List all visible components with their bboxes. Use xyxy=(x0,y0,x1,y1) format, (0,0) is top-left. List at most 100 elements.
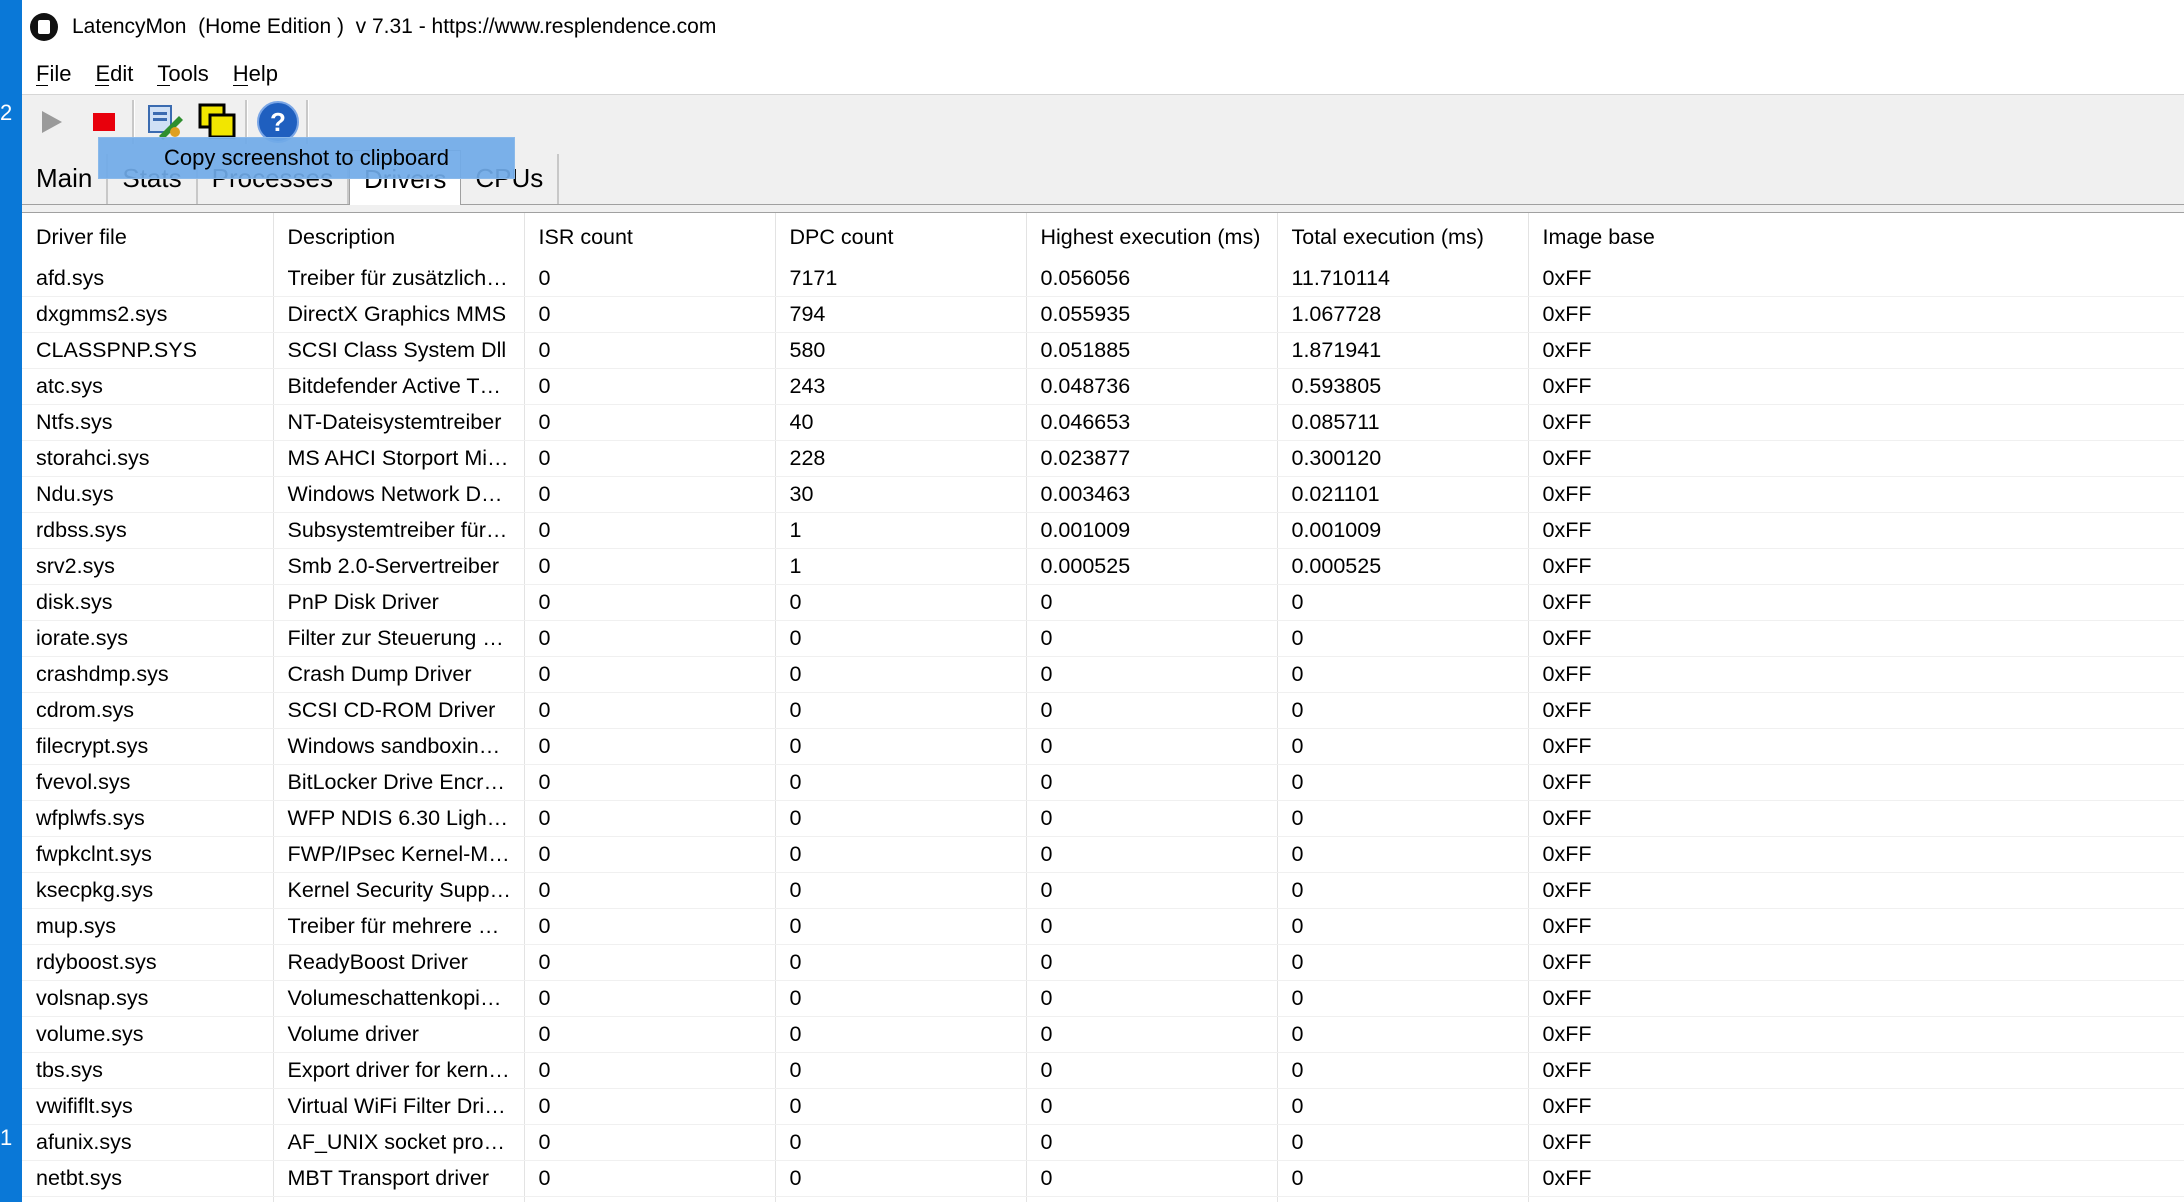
cell-image-base: 0xFF xyxy=(1528,908,2184,945)
table-row[interactable]: CLASSPNP.SYS SCSI Class System Dll 0 580 0.0… xyxy=(22,332,2184,369)
cell-highest-execution: 0 xyxy=(1026,764,1278,801)
cell-highest-execution: 0 xyxy=(1026,872,1278,909)
column-header-total-execution[interactable]: Total execution (ms) xyxy=(1277,213,1529,261)
menu-edit[interactable]: Edit xyxy=(85,61,143,87)
cell-dpc-count: 0 xyxy=(775,1052,1027,1089)
cell-description: SCSI CD-ROM Driver xyxy=(273,692,525,729)
title-bar[interactable]: LatencyMon (Home Edition ) v 7.31 - http… xyxy=(22,0,2184,54)
cell-dpc-count: 0 xyxy=(775,800,1027,837)
menu-tools[interactable]: Tools xyxy=(147,61,218,87)
cell-dpc-count: 0 xyxy=(775,980,1027,1017)
cell-isr-count: 0 xyxy=(524,908,776,945)
cell-isr-count: 0 xyxy=(524,1052,776,1089)
tab-main[interactable]: Main xyxy=(22,154,109,204)
cell-driver-file: volsnap.sys xyxy=(22,980,274,1017)
table-row[interactable]: filecrypt.sysWindows sandboxing and encr… xyxy=(22,728,2184,765)
cell-image-base: 0xFF xyxy=(1528,548,2184,585)
cell-image-base: 0xFF xyxy=(1528,261,2184,297)
table-row[interactable]: vwififlt.sys Virtual WiFi Filter Driver 0 0… xyxy=(22,1088,2184,1125)
cell-driver-file: atc.sys xyxy=(22,368,274,405)
cell-image-base: 0xFF xyxy=(1528,1160,2184,1197)
table-row[interactable]: crashdmp.sys Crash Dump Driver 0 0 0 0 0xFF xyxy=(22,656,2184,693)
cell-description: Volumeschattenkopie-Treiber xyxy=(273,980,525,1017)
cell-total-execution: 0 xyxy=(1277,872,1529,909)
cell-driver-file: vwififlt.sys xyxy=(22,1088,274,1125)
play-icon xyxy=(42,111,62,133)
table-row[interactable]: tbs.sysExport driver for kernel mode TPM… xyxy=(22,1052,2184,1089)
background-window-fragment: 2 xyxy=(0,100,13,125)
table-row[interactable]: cdrom.sys SCSI CD-ROM Driver 0 0 0 0 0xFF xyxy=(22,692,2184,729)
cell-image-base: 0xFF xyxy=(1528,692,2184,729)
cell-dpc-count: 580 xyxy=(775,332,1027,369)
cell-total-execution: 0 xyxy=(1277,1052,1529,1089)
column-header-driver-file[interactable]: Driver file xyxy=(22,213,274,261)
cell-dpc-count: 0 xyxy=(775,1088,1027,1125)
column-header-description[interactable]: Description xyxy=(273,213,525,261)
cell-total-execution: 0 xyxy=(1277,836,1529,873)
cell-description: NT-Dateisystemtreiber xyxy=(273,404,525,441)
cell-image-base: 0xFF xyxy=(1528,368,2184,405)
table-row[interactable]: storahci.sysMS AHCI Storport Miniport Dr… xyxy=(22,440,2184,477)
table-row[interactable]: wfplwfs.sysWFP NDIS 6.30 Lightweight Fil… xyxy=(22,800,2184,837)
table-row[interactable]: mup.sysTreiber für mehrere UNC-Anbieter0… xyxy=(22,908,2184,945)
table-row[interactable]: volsnap.sysVolumeschattenkopie-Treiber 0 0… xyxy=(22,980,2184,1017)
cell-total-execution: 0 xyxy=(1277,800,1529,837)
menu-help[interactable]: Help xyxy=(223,61,288,87)
menu-file[interactable]: File xyxy=(26,61,81,87)
cell-total-execution: 1.871941 xyxy=(1277,332,1529,369)
cell-image-base: 0xFF xyxy=(1528,1124,2184,1161)
cell-dpc-count: 243 xyxy=(775,368,1027,405)
copy-screenshot-icon xyxy=(198,103,236,139)
table-row[interactable]: rdyboost.sys ReadyBoost Driver 0 0 0 0 0xFF xyxy=(22,944,2184,981)
cell-description: Bitdefender Active Threat Control xyxy=(273,368,525,405)
table-row[interactable]: TDI.SYSTDI Wrapper00000xFF xyxy=(22,1196,2184,1202)
cell-total-execution: 0 xyxy=(1277,1124,1529,1161)
column-header-isr-count[interactable]: ISR count xyxy=(524,213,776,261)
start-button[interactable] xyxy=(30,100,74,144)
cell-description: Virtual WiFi Filter Driver xyxy=(273,1088,525,1125)
table-row[interactable]: netbt.sys MBT Transport driver 0 0 0 0 0xFF xyxy=(22,1160,2184,1197)
cell-total-execution: 0 xyxy=(1277,656,1529,693)
table-row[interactable]: Ntfs.sys NT-Dateisystemtreiber 0 40 0.046653… xyxy=(22,404,2184,441)
cell-image-base: 0xFF xyxy=(1528,512,2184,549)
cell-isr-count: 0 xyxy=(524,764,776,801)
table-row[interactable]: Ndu.sysWindows Network Data Usage Monito… xyxy=(22,476,2184,513)
table-row[interactable]: volume.sys Volume driver 0 0 0 0 0xFF xyxy=(22,1016,2184,1053)
table-row[interactable]: srv2.sys Smb 2.0-Servertreiber 0 1 0.000525 0… xyxy=(22,548,2184,585)
cell-image-base: 0xFF xyxy=(1528,1052,2184,1089)
background-window-fragment: 1 xyxy=(0,1125,13,1150)
table-row[interactable]: afunix.sys AF_UNIX socket provider 0 0 0 0 0xF… xyxy=(22,1124,2184,1161)
table-row[interactable]: ksecpkg.sysKernel Security Support Provi… xyxy=(22,872,2184,909)
cell-total-execution: 11.710114 xyxy=(1277,261,1529,297)
cell-highest-execution: 0.001009 xyxy=(1026,512,1278,549)
cell-driver-file: wfplwfs.sys xyxy=(22,800,274,837)
table-row[interactable]: fvevol.sysBitLocker Drive Encryption Dri… xyxy=(22,764,2184,801)
table-row[interactable]: rdbss.sysSubsystemtreiber für Pufferung 0… xyxy=(22,512,2184,549)
cell-driver-file: rdbss.sys xyxy=(22,512,274,549)
cell-description: AF_UNIX socket provider xyxy=(273,1124,525,1161)
table-row[interactable]: disk.sys PnP Disk Driver 0 0 0 0 0xFF xyxy=(22,584,2184,621)
column-header-dpc-count[interactable]: DPC count xyxy=(775,213,1027,261)
drivers-table-container[interactable]: Driver file Description ISR count DPC co… xyxy=(22,212,2184,1202)
table-row[interactable]: fwpkclnt.sysFWP/IPsec Kernel-Mode API000… xyxy=(22,836,2184,873)
drivers-table: Driver file Description ISR count DPC co… xyxy=(22,213,2184,1202)
table-row[interactable]: atc.sysBitdefender Active Threat Control… xyxy=(22,368,2184,405)
table-row[interactable]: dxgmms2.sys DirectX Graphics MMS 0 794 0.055… xyxy=(22,296,2184,333)
cell-image-base: 0xFF xyxy=(1528,944,2184,981)
column-header-highest-execution[interactable]: Highest execution (ms) xyxy=(1026,213,1278,261)
cell-isr-count: 0 xyxy=(524,1124,776,1161)
cell-image-base: 0xFF xyxy=(1528,980,2184,1017)
cell-driver-file: iorate.sys xyxy=(22,620,274,657)
table-row[interactable]: afd.sysTreiber für zusätzliche WinSock-F… xyxy=(22,261,2184,297)
cell-dpc-count: 0 xyxy=(775,1160,1027,1197)
cell-isr-count: 0 xyxy=(524,261,776,297)
cell-description: Subsystemtreiber für Pufferung xyxy=(273,512,525,549)
table-row[interactable]: iorate.sysFilter zur Steuerung der E/A-R… xyxy=(22,620,2184,657)
cell-dpc-count: 0 xyxy=(775,872,1027,909)
cell-highest-execution: 0 xyxy=(1026,728,1278,765)
cell-image-base: 0xFF xyxy=(1528,1016,2184,1053)
cell-highest-execution: 0 xyxy=(1026,836,1278,873)
column-header-image-base[interactable]: Image base xyxy=(1528,213,2184,261)
cell-image-base: 0xFF xyxy=(1528,656,2184,693)
cell-dpc-count: 794 xyxy=(775,296,1027,333)
